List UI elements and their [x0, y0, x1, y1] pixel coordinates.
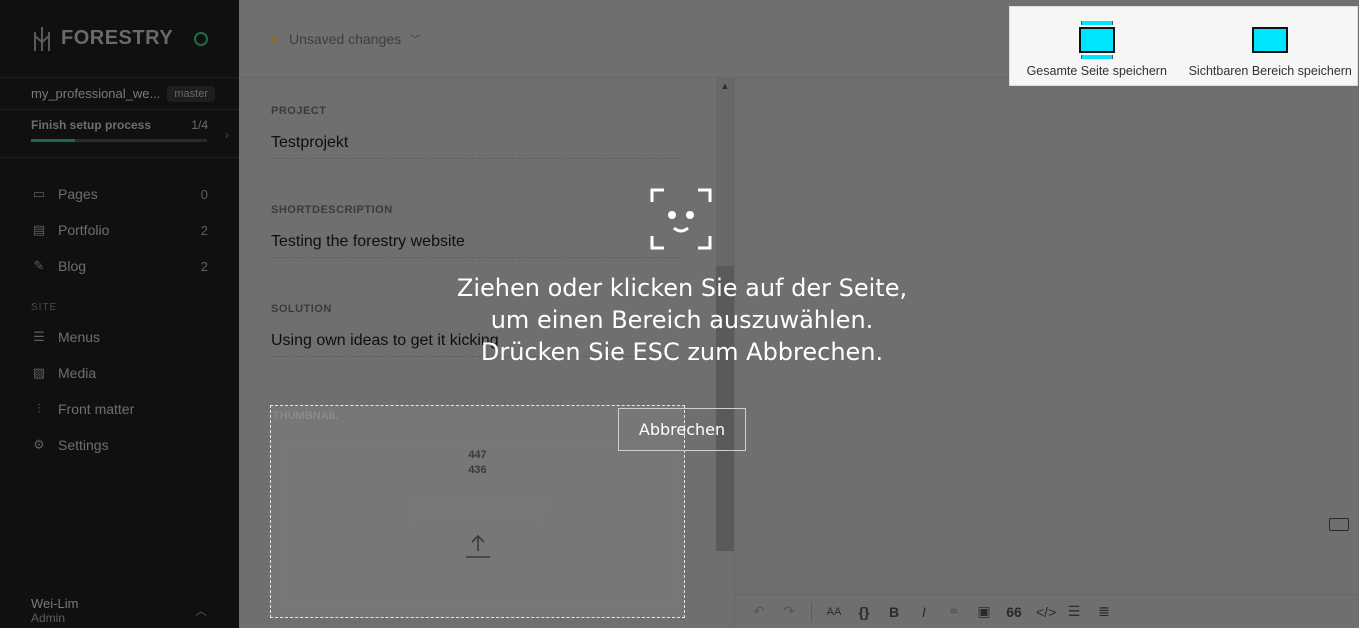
tree-logo-icon: [34, 26, 50, 51]
setup-progress-bar: [31, 139, 207, 142]
shortdescription-field: SHORTDESCRIPTION Testing the forestry we…: [271, 204, 681, 258]
forestry-logo[interactable]: FORESTRY: [31, 26, 173, 52]
save-visible-area-button[interactable]: Sichtbaren Bereich speichern: [1184, 7, 1358, 85]
site-selector[interactable]: my_professional_we... master: [0, 78, 239, 110]
face-capture-icon: [650, 188, 712, 250]
save-status-dropdown[interactable]: Unsaved changes: [289, 31, 401, 47]
setup-progress-fill: [31, 139, 75, 142]
numbered-list-icon[interactable]: ≣: [1096, 603, 1112, 620]
sidebar-item-menus[interactable]: ☰ Menus: [0, 319, 239, 355]
drop-title: DRAG AND DROP A FILE: [407, 498, 548, 510]
drop-subtitle: ( OR CLICK TO BROWSE ): [410, 512, 545, 523]
sidebar-item-label: Front matter: [58, 401, 135, 417]
sidebar-item-label: Pages: [58, 186, 98, 202]
instruction-line-1: Ziehen oder klicken Sie auf der Seite,: [456, 274, 908, 302]
save-full-page-label: Gesamte Seite speichern: [1026, 64, 1167, 78]
bullet-list-icon[interactable]: ☰: [1066, 603, 1082, 620]
quote-icon[interactable]: 66: [1006, 604, 1022, 620]
user-menu[interactable]: Wei-Lim Admin ︿: [0, 594, 239, 628]
sync-status-icon[interactable]: [194, 31, 208, 46]
setup-count: 1/4: [191, 118, 208, 132]
undo-icon[interactable]: ↶: [751, 603, 767, 620]
full-page-icon: [1078, 21, 1115, 59]
italic-icon[interactable]: I: [916, 604, 932, 620]
logo-text: FORESTRY: [61, 27, 174, 49]
content-nav: ▭ Pages 0 ▤ Portfolio 2 ✎ Blog 2: [0, 158, 239, 284]
image-icon[interactable]: ▣: [976, 603, 992, 620]
site-section-title: SITE: [31, 302, 58, 313]
sliders-icon: ⫶: [37, 401, 41, 416]
chevron-up-icon: ︿: [194, 604, 207, 618]
user-name: Wei-Lim: [31, 596, 79, 611]
save-full-page-button[interactable]: Gesamte Seite speichern: [1010, 7, 1184, 85]
file-drop-zone[interactable]: 447 436 DRAG AND DROP A FILE ( OR CLICK …: [280, 444, 675, 607]
scroll-up-icon[interactable]: ▲: [716, 78, 734, 94]
sidebar-item-front-matter[interactable]: ⫶ Front matter: [0, 391, 239, 427]
field-label: THUMBNAIL: [273, 410, 339, 422]
project-field: PROJECT Testprojekt: [271, 105, 681, 159]
sidebar-item-media[interactable]: ▨ Media: [0, 355, 239, 391]
sidebar-item-portfolio[interactable]: ▤ Portfolio 2: [0, 212, 239, 248]
sidebar-item-label: Menus: [58, 329, 101, 345]
sidebar-item-pages[interactable]: ▭ Pages 0: [0, 176, 239, 212]
upload-icon: [465, 533, 491, 564]
field-label: SHORTDESCRIPTION: [271, 204, 393, 216]
sidebar-item-count: 2: [200, 258, 208, 274]
save-visible-area-label: Sichtbaren Bereich speichern: [1188, 64, 1352, 78]
setup-label: Finish setup process: [31, 118, 152, 132]
instruction-line-3: Drücken Sie ESC zum Abbrechen.: [480, 338, 884, 366]
font-size-icon[interactable]: AA: [826, 606, 842, 618]
cancel-button[interactable]: Abbrechen: [618, 408, 746, 451]
sidebar-item-count: 2: [200, 222, 208, 238]
sidebar-item-label: Blog: [58, 258, 87, 274]
branch-badge: master: [167, 85, 215, 102]
pencil-icon: ✎: [33, 258, 45, 273]
field-label: PROJECT: [271, 105, 327, 117]
sidebar-item-blog[interactable]: ✎ Blog 2: [0, 248, 239, 284]
sidebar-item-count: 0: [200, 186, 208, 202]
sidebar-item-label: Settings: [58, 437, 109, 453]
logo-row: FORESTRY: [0, 0, 239, 78]
code-icon[interactable]: </>: [1036, 604, 1056, 620]
editor-toolbar: ↶ ↷ AA {} B I ⚭ ▣ 66 </> ☰ ≣: [735, 594, 1359, 628]
site-nav: ☰ Menus ▨ Media ⫶ Front matter ⚙ Setting…: [0, 319, 239, 463]
sidebar-item-label: Portfolio: [58, 222, 110, 238]
chevron-right-icon: ›: [224, 126, 229, 142]
selection-width: 447: [468, 449, 487, 461]
sidebar-item-label: Media: [58, 365, 97, 381]
portfolio-icon: ▤: [32, 222, 46, 237]
selection-height: 436: [468, 464, 487, 476]
unsaved-dot-icon: [271, 35, 278, 42]
shortdescription-input[interactable]: Testing the forestry website: [271, 233, 681, 258]
sidebar-item-settings[interactable]: ⚙ Settings: [0, 427, 239, 463]
menu-icon: ☰: [33, 329, 45, 344]
site-name: my_professional_we...: [31, 86, 161, 101]
redo-icon[interactable]: ↷: [781, 603, 797, 620]
toolbar-divider: [811, 601, 812, 622]
project-input[interactable]: Testprojekt: [271, 134, 681, 159]
image-icon: ▨: [32, 365, 46, 380]
visible-area-icon: [1252, 21, 1289, 59]
code-block-icon[interactable]: {}: [856, 604, 872, 620]
capture-options-panel: Gesamte Seite speichern Sichtbaren Berei…: [1009, 6, 1358, 86]
page-icon: ▭: [32, 186, 46, 201]
instruction-line-2: um einen Bereich auszuwählen.: [490, 306, 874, 334]
bold-icon[interactable]: B: [886, 604, 902, 620]
keyboard-icon[interactable]: [1329, 518, 1349, 531]
setup-progress[interactable]: Finish setup process 1/4 ›: [0, 110, 239, 158]
chevron-down-icon[interactable]: ﹀: [410, 31, 420, 46]
selection-dimensions: 447 436: [281, 448, 674, 478]
gear-icon: ⚙: [33, 437, 45, 452]
user-role: Admin: [31, 611, 66, 625]
link-icon[interactable]: ⚭: [946, 603, 962, 620]
selection-instructions: Ziehen oder klicken Sie auf der Seite, u…: [442, 272, 922, 368]
sidebar: FORESTRY my_professional_we... master Fi…: [0, 0, 239, 628]
